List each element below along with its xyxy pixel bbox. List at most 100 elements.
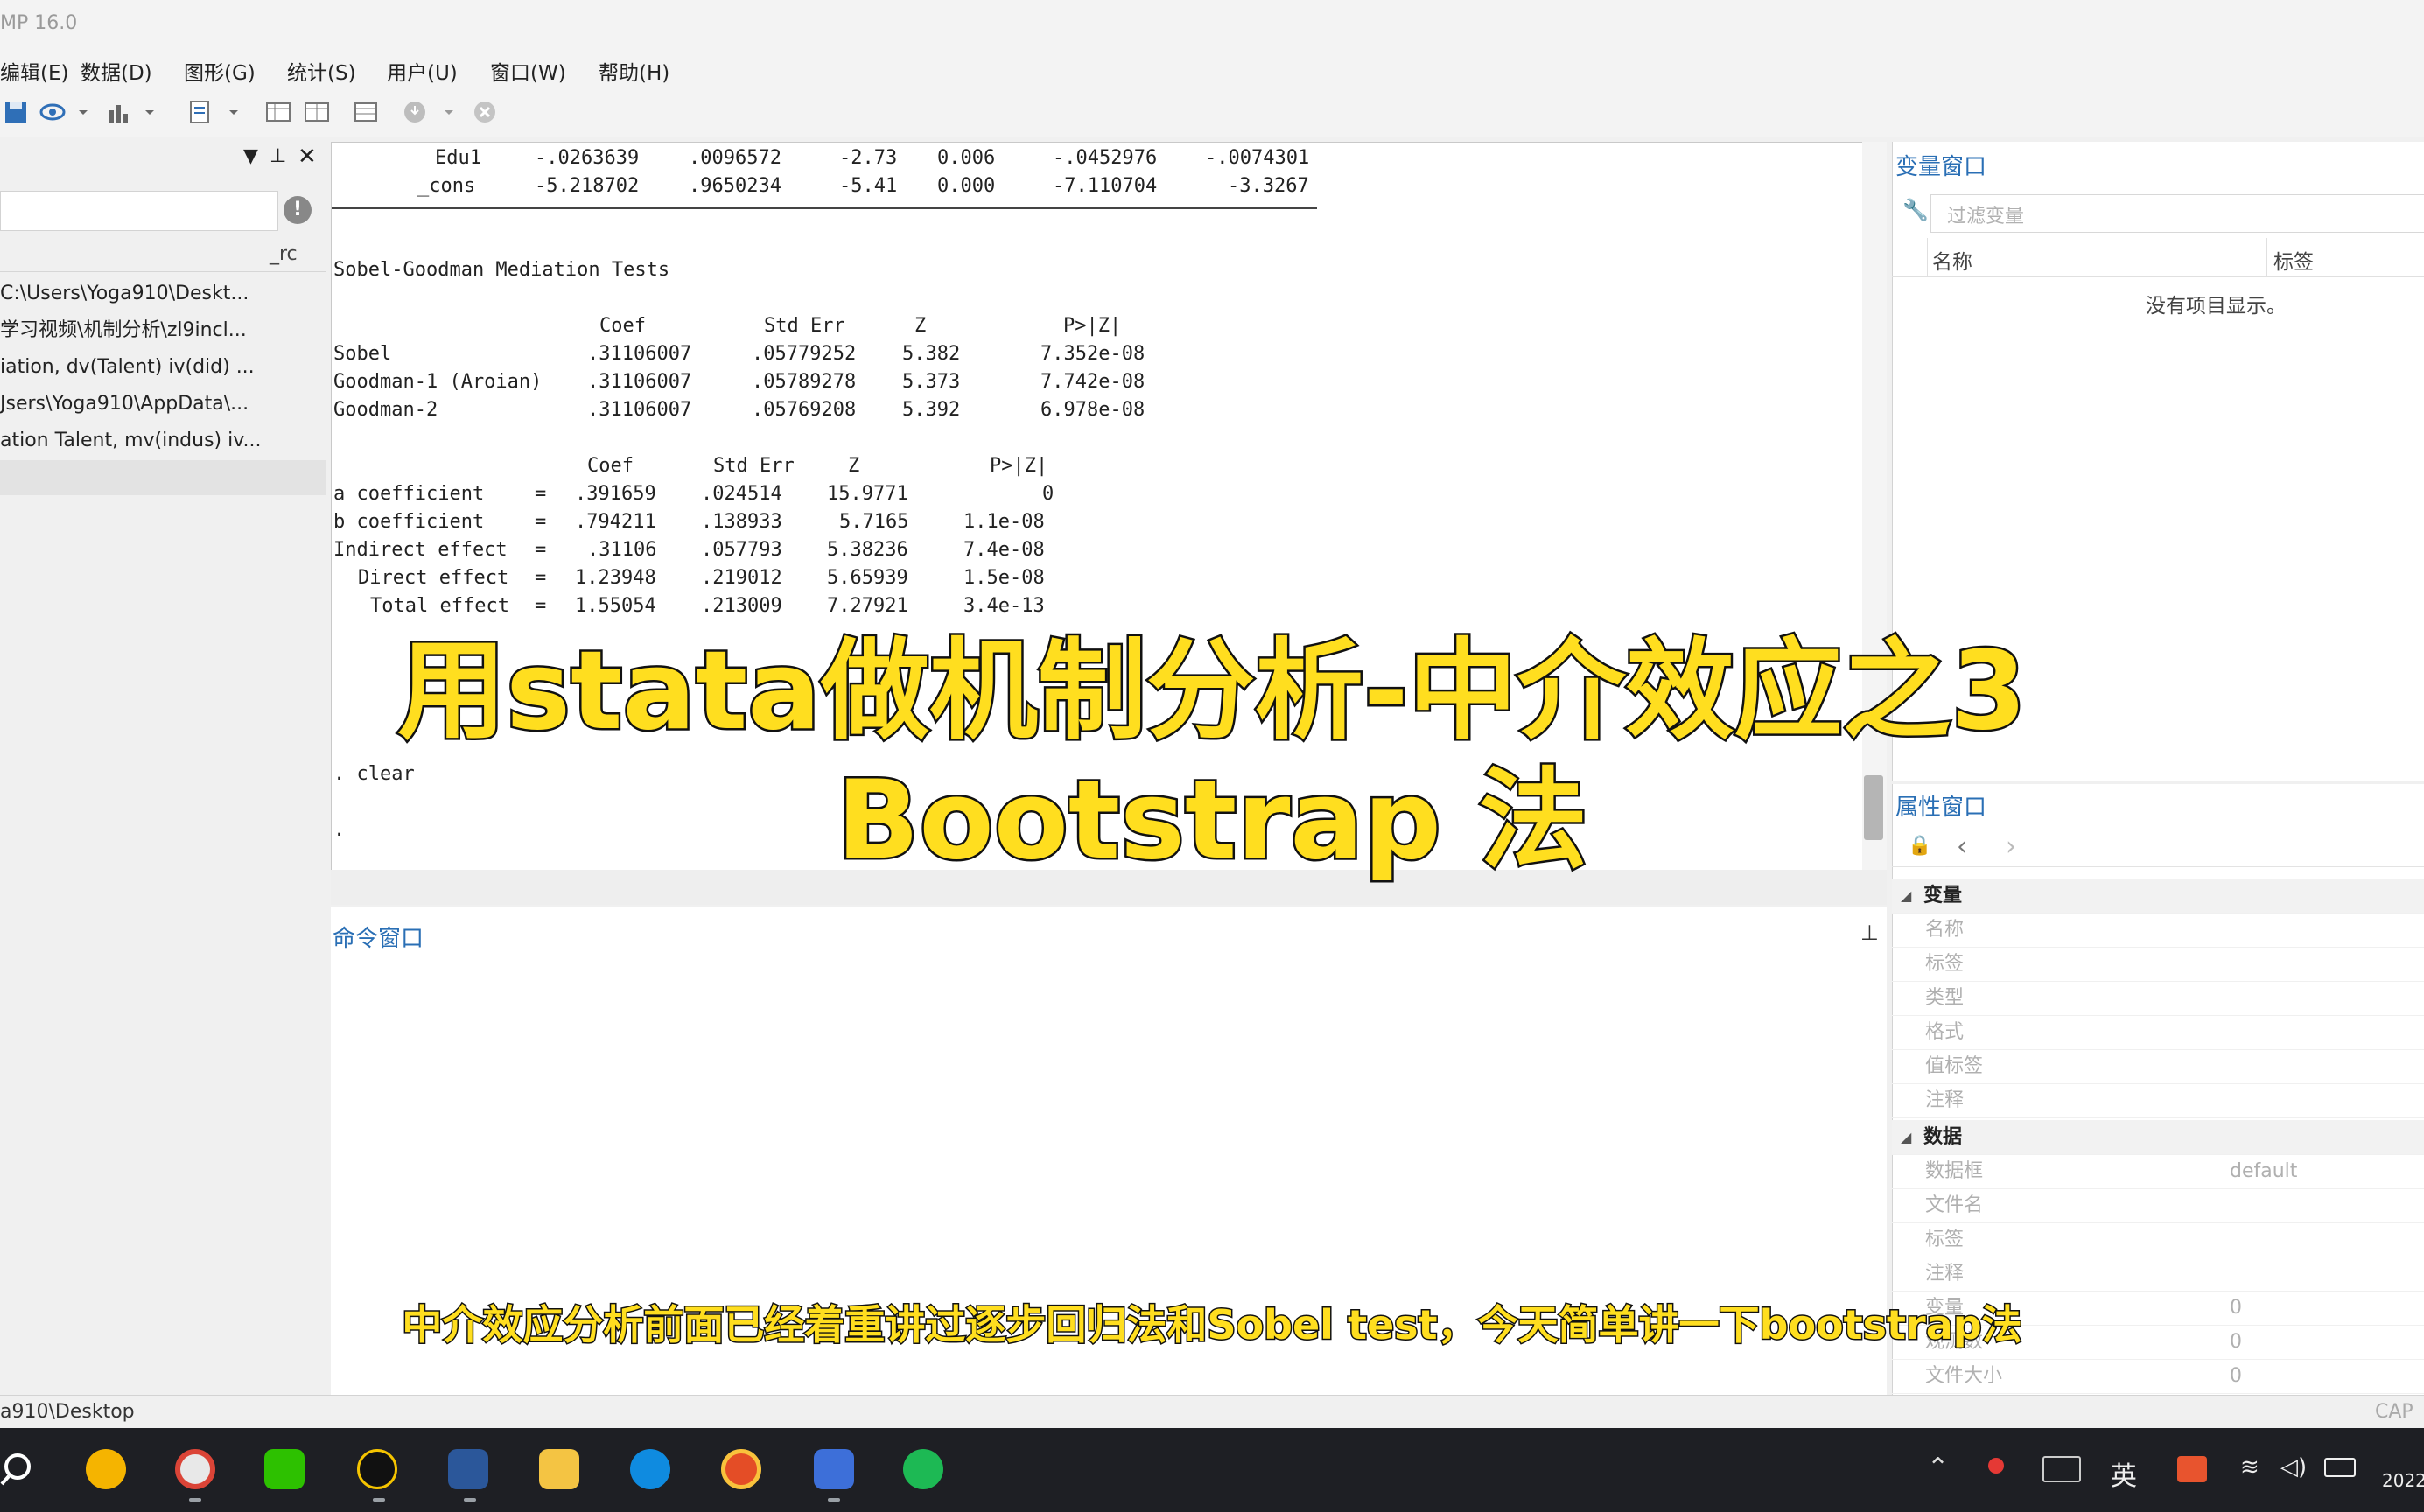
property-row[interactable]: 类型 (1892, 981, 2424, 1016)
save-icon[interactable] (2, 98, 30, 126)
menu-window[interactable]: 窗口(W) (490, 56, 566, 86)
do-file-editor-icon[interactable] (186, 98, 214, 126)
property-key: 数据框 (1925, 1160, 1984, 1182)
viewer-icon[interactable] (39, 98, 67, 126)
chevron-down-icon[interactable] (226, 98, 242, 126)
chevron-down-icon[interactable] (441, 98, 457, 126)
sobel-row-z: 5.392 (902, 399, 961, 421)
sobel-row-name: Goodman-2 (333, 399, 438, 421)
property-row[interactable]: 文件名 (1892, 1188, 2424, 1223)
variables-columns: 名称 标签 (1892, 238, 2424, 277)
history-item[interactable]: iation, dv(Talent) iv(did) ... (0, 350, 326, 385)
variable-filter-input[interactable]: 过滤变量 (1930, 194, 2424, 233)
battery-icon[interactable] (2324, 1458, 2356, 1477)
more-icon[interactable] (401, 98, 429, 126)
keyboard-icon[interactable] (2042, 1456, 2081, 1482)
sobel-row-p: 7.742e-08 (1040, 371, 1145, 393)
working-directory: a910\Desktop (0, 1401, 135, 1423)
menu-data[interactable]: 数据(D) (81, 56, 152, 86)
chevron-down-icon[interactable] (75, 98, 91, 126)
history-filter-input[interactable] (0, 191, 278, 231)
chevron-down-icon[interactable] (142, 98, 158, 126)
history-selected-row[interactable] (0, 460, 326, 495)
history-item[interactable]: 学习视频\机制分析\zl9incl... (0, 313, 326, 348)
graph-icon[interactable] (105, 98, 133, 126)
sobel-row-z: 5.382 (902, 343, 961, 365)
property-row[interactable]: 注释 (1892, 1256, 2424, 1292)
property-key: 值标签 (1925, 1055, 1984, 1077)
menu-help[interactable]: 帮助(H) (599, 56, 669, 86)
recorder-icon[interactable] (903, 1449, 943, 1489)
property-row[interactable]: 标签 (1892, 1222, 2424, 1257)
volume-icon[interactable]: ◁) (2280, 1454, 2307, 1480)
property-row[interactable]: 值标签 (1892, 1049, 2424, 1084)
effect-row-name: a coefficient (333, 483, 485, 505)
effect-row-eq: = (535, 483, 547, 505)
sogou-icon[interactable] (2177, 1456, 2207, 1482)
variable-filter-placeholder: 过滤变量 (1947, 206, 2025, 228)
sobel-col-se: Std Err (764, 315, 845, 337)
wrench-icon[interactable]: 🔧 (1902, 198, 1929, 222)
variables-col-name[interactable]: 名称 (1932, 245, 1972, 275)
wifi-icon[interactable]: ≋ (2240, 1454, 2259, 1480)
break-icon[interactable] (471, 98, 499, 126)
property-value: 0 (2230, 1365, 2242, 1387)
browser-icon[interactable] (721, 1449, 761, 1489)
record-icon[interactable] (1988, 1458, 2004, 1474)
property-row[interactable]: 名称 (1892, 913, 2424, 948)
history-item[interactable]: Jsers\Yoga910\AppData\... (0, 387, 326, 422)
property-row[interactable]: 文件大小 0 (1892, 1359, 2424, 1394)
property-row[interactable]: 数据框 default (1892, 1154, 2424, 1189)
file-explorer-icon[interactable] (539, 1449, 579, 1489)
stata-icon[interactable] (814, 1449, 854, 1489)
clock[interactable]: 2022 (2382, 1470, 2424, 1491)
chrome-icon[interactable] (175, 1449, 215, 1489)
history-item[interactable]: ation Talent, mv(indus) iv... (0, 424, 326, 458)
menu-graphics[interactable]: 图形(G) (184, 56, 256, 86)
widgets-icon[interactable] (86, 1449, 126, 1489)
close-icon[interactable]: ✕ (298, 144, 317, 170)
reg-var: Edu1 (435, 147, 481, 169)
table-rule (332, 207, 1317, 209)
qq-icon[interactable] (357, 1449, 397, 1489)
property-key: 类型 (1925, 987, 1965, 1009)
collapse-icon[interactable]: ◢ (1901, 1120, 1911, 1154)
menu-edit[interactable]: 编辑(E) (0, 56, 68, 86)
pin-icon[interactable]: ⊥ (1860, 920, 1879, 945)
data-editor-icon[interactable] (264, 98, 292, 126)
variables-manager-icon[interactable] (352, 98, 380, 126)
reg-se: .0096572 (689, 147, 781, 169)
effect-row-se: .219012 (701, 567, 782, 589)
running-indicator (189, 1498, 201, 1502)
command-window-title: 命令窗口 (333, 926, 424, 952)
effect-row-z: 15.9771 (827, 483, 908, 505)
properties-section-data[interactable]: ◢ 数据 (1892, 1120, 2424, 1155)
pin-icon[interactable]: ⊥ (270, 145, 286, 167)
menu-user[interactable]: 用户(U) (387, 56, 458, 86)
sobel-row-name: Goodman-1 (Aroian) (333, 371, 543, 393)
info-icon[interactable]: ! (284, 196, 312, 224)
chevron-up-icon[interactable]: ⌃ (1927, 1452, 1949, 1483)
history-panel-header: ▼ ⊥ ✕ (0, 144, 326, 175)
subtitle-caption: 中介效应分析前面已经着重讲过逐步回归法和Sobel test，今天简单讲一下bo… (401, 1300, 2023, 1350)
property-key: 名称 (1925, 919, 1965, 941)
effect-col-p: P>|Z| (990, 455, 1048, 477)
variables-col-label[interactable]: 标签 (2273, 245, 2314, 275)
filter-icon[interactable]: ▼ (243, 145, 258, 167)
search-icon[interactable] (0, 1449, 40, 1489)
property-row[interactable]: 格式 (1892, 1015, 2424, 1050)
wechat-icon[interactable] (264, 1449, 305, 1489)
data-browser-icon[interactable] (303, 98, 331, 126)
property-key: 文件大小 (1925, 1365, 2003, 1387)
history-item[interactable]: C:\Users\Yoga910\Deskt... (0, 276, 326, 312)
property-row[interactable]: 注释 (1892, 1083, 2424, 1118)
edge-icon[interactable] (630, 1449, 670, 1489)
effect-row-p: 1.5e-08 (963, 567, 1045, 589)
word-icon[interactable] (448, 1449, 488, 1489)
property-row[interactable]: 标签 (1892, 947, 2424, 982)
effect-row-p: 7.4e-08 (963, 539, 1045, 561)
menu-statistics[interactable]: 统计(S) (287, 56, 356, 86)
section-label: 数据 (1923, 1126, 1963, 1148)
input-method-indicator[interactable]: 英 (2111, 1454, 2137, 1493)
sobel-row-coef: .31106007 (587, 399, 692, 421)
